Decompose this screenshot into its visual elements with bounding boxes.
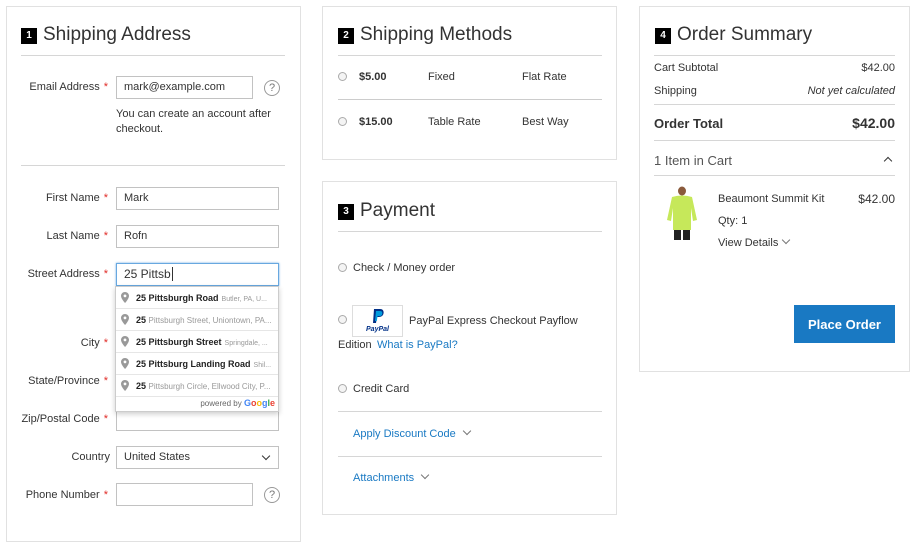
- attachments-toggle[interactable]: Attachments: [353, 470, 430, 484]
- payment-radio-paypal[interactable]: [338, 315, 347, 324]
- divider: [21, 55, 285, 56]
- paypal-logo: PayPal: [352, 305, 403, 337]
- cart-subtotal-label: Cart Subtotal: [654, 62, 719, 74]
- shipping-label: Shipping: [654, 85, 697, 97]
- paypal-p-icon: [372, 309, 384, 323]
- cart-subtotal-value: $42.00: [861, 62, 895, 74]
- shipping-price: $5.00: [359, 71, 387, 83]
- step-badge: 1: [21, 28, 37, 44]
- shipping-radio-flatrate[interactable]: [338, 72, 347, 81]
- divider: [338, 456, 602, 457]
- payment-title-text: Payment: [360, 200, 435, 221]
- product-thumbnail: [667, 186, 697, 240]
- order-total-value: $42.00: [852, 115, 895, 131]
- shipping-methods-title: 2 Shipping Methods: [338, 24, 512, 46]
- chevron-down-icon: [261, 451, 271, 461]
- map-pin-icon: [121, 314, 129, 325]
- what-is-paypal-link[interactable]: What is PayPal?: [377, 339, 458, 351]
- paypal-label-edition: Edition: [338, 339, 372, 351]
- shipping-method: Fixed: [428, 71, 455, 83]
- shipping-methods-title-text: Shipping Methods: [360, 24, 513, 45]
- last-name-label: Last Name *: [46, 230, 108, 242]
- email-note: You can create an account after: [116, 108, 271, 120]
- payment-title: 3 Payment: [338, 200, 435, 222]
- email-label: Email Address *: [29, 81, 108, 93]
- street-address-field[interactable]: 25 Pittsb: [116, 263, 279, 286]
- shipping-address-title: 1 Shipping Address: [21, 24, 191, 46]
- view-details-toggle[interactable]: View Details: [718, 235, 791, 249]
- item-name: Beaumont Summit Kit: [718, 193, 825, 205]
- credit-card-label[interactable]: Credit Card: [353, 383, 409, 395]
- autocomplete-suggestion[interactable]: 25 Pittsburgh Street Springdale, ...: [116, 331, 278, 353]
- check-money-order-label[interactable]: Check / Money order: [353, 262, 455, 274]
- autocomplete-suggestion[interactable]: 25 Pittsburg Landing Road Shil...: [116, 353, 278, 375]
- payment-radio-creditcard[interactable]: [338, 384, 347, 393]
- order-summary-title: 4 Order Summary: [655, 24, 812, 46]
- map-pin-icon: [121, 358, 129, 369]
- apply-discount-code-toggle[interactable]: Apply Discount Code: [353, 426, 471, 440]
- map-pin-icon: [121, 380, 129, 391]
- divider: [654, 175, 895, 176]
- phone-field[interactable]: [116, 483, 253, 506]
- divider: [338, 231, 602, 232]
- phone-help-icon[interactable]: ?: [264, 487, 280, 503]
- shipping-radio-tablerate[interactable]: [338, 117, 347, 126]
- address-autocomplete-dropdown: 25 Pittsburgh Road Butler, PA, U... 25 Pi…: [115, 286, 279, 412]
- payment-radio-checkmo[interactable]: [338, 263, 347, 272]
- divider: [654, 140, 895, 141]
- shipping-carrier: Flat Rate: [522, 71, 567, 83]
- map-pin-icon: [121, 292, 129, 303]
- paypal-label[interactable]: PayPal Express Checkout Payflow: [409, 315, 578, 327]
- first-name-label: First Name *: [45, 192, 108, 204]
- shipping-price: $15.00: [359, 116, 393, 128]
- map-pin-icon: [121, 336, 129, 347]
- zip-label: Zip/Postal Code *: [21, 413, 108, 425]
- email-help-icon[interactable]: ?: [264, 80, 280, 96]
- state-label: State/Province *: [28, 375, 108, 387]
- order-summary-title-text: Order Summary: [677, 24, 813, 45]
- chevron-down-icon: [782, 235, 791, 245]
- phone-label: Phone Number *: [25, 489, 108, 501]
- country-select[interactable]: United States: [116, 446, 279, 469]
- items-in-cart-toggle[interactable]: 1 Item in Cart: [654, 153, 732, 168]
- autocomplete-suggestion[interactable]: 25 Pittsburgh Road Butler, PA, U...: [116, 287, 278, 309]
- step-badge: 3: [338, 204, 354, 220]
- first-name-field[interactable]: Mark: [116, 187, 279, 210]
- last-name-field[interactable]: Rofn: [116, 225, 279, 248]
- city-label: City *: [80, 337, 108, 349]
- item-price: $42.00: [858, 192, 895, 206]
- chevron-down-icon: [462, 426, 471, 436]
- step-badge: 2: [338, 28, 354, 44]
- divider: [338, 55, 602, 56]
- divider: [654, 55, 895, 56]
- divider: [338, 99, 602, 100]
- place-order-button[interactable]: Place Order: [794, 305, 895, 343]
- autocomplete-suggestion[interactable]: 25 Pittsburgh Circle, Ellwood City, P...: [116, 375, 278, 397]
- item-qty: Qty: 1: [718, 215, 748, 227]
- shipping-carrier: Best Way: [522, 116, 569, 128]
- divider: [21, 165, 285, 166]
- autocomplete-suggestion[interactable]: 25 Pittsburgh Street, Uniontown, PA...: [116, 309, 278, 331]
- step-badge: 4: [655, 28, 671, 44]
- shipping-address-title-text: Shipping Address: [43, 24, 191, 45]
- chevron-down-icon: [420, 470, 430, 480]
- shipping-method: Table Rate: [428, 116, 481, 128]
- powered-by-google: powered by Google: [200, 398, 275, 408]
- order-total-label: Order Total: [654, 116, 724, 131]
- divider: [338, 411, 602, 412]
- email-field[interactable]: mark@example.com: [116, 76, 253, 99]
- email-note-2: checkout.: [116, 123, 164, 135]
- street-label: Street Address *: [27, 268, 108, 280]
- shipping-value: Not yet calculated: [807, 85, 895, 97]
- divider: [654, 104, 895, 105]
- country-label: Country: [71, 451, 110, 463]
